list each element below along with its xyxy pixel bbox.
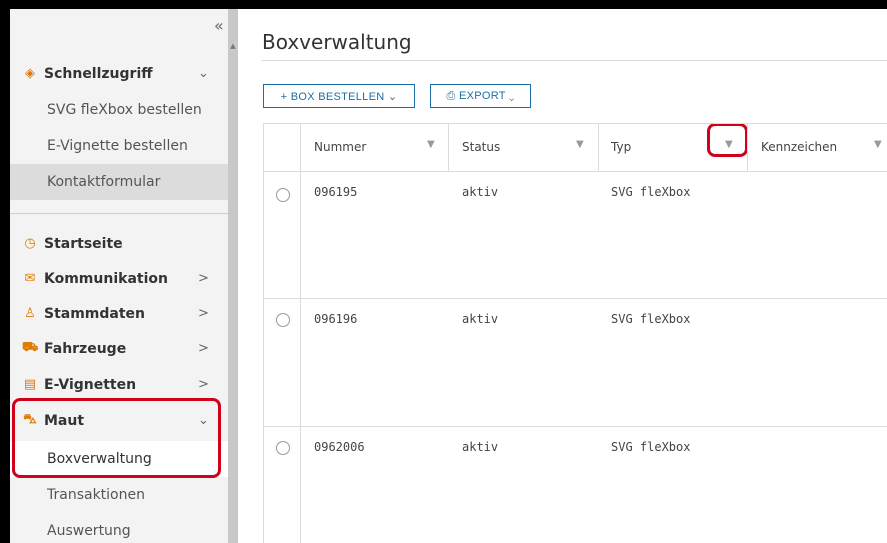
filter-icon[interactable]: ▼: [874, 139, 882, 150]
export-button[interactable]: ⎙ EXPORT ⌄: [430, 84, 531, 108]
nav-group-e-vignetten[interactable]: ▤ E-Vignetten >: [10, 367, 228, 402]
cell-status: aktiv: [462, 440, 499, 454]
chevron-down-icon: ⌄: [198, 413, 209, 428]
grid-line: [263, 298, 887, 299]
nav-item-e-vignette-bestellen[interactable]: E-Vignette bestellen: [10, 128, 228, 164]
nav-group-startseite[interactable]: ◷ Startseite: [10, 226, 228, 261]
filter-icon[interactable]: ▼: [427, 139, 435, 150]
nav-item-svg-flexbox-bestellen[interactable]: SVG fleXbox bestellen: [10, 92, 228, 128]
cell-nummer: 0962006: [314, 440, 365, 454]
vignette-icon: ▤: [23, 377, 37, 392]
frame-border-top: [0, 0, 887, 9]
nav-group-schnellzugriff[interactable]: ◈ Schnellzugriff ⌄: [10, 56, 228, 91]
filter-icon[interactable]: ▼: [576, 139, 584, 150]
sidebar-divider: [10, 213, 228, 214]
nav-item-boxverwaltung[interactable]: Boxverwaltung: [10, 441, 228, 477]
nav-group-label: Maut: [44, 412, 85, 429]
sidebar: « ◈ Schnellzugriff ⌄ SVG fleXbox bestell…: [10, 9, 228, 543]
envelope-icon: ✉: [24, 271, 36, 286]
column-header-kennzeichen[interactable]: Kennzeichen: [761, 123, 837, 171]
collapse-sidebar-icon[interactable]: «: [214, 16, 224, 35]
grid-line: [263, 123, 264, 543]
filter-icon[interactable]: ▼: [725, 139, 733, 150]
title-divider: [262, 60, 887, 61]
chevron-right-icon: >: [198, 377, 209, 392]
scroll-up-icon[interactable]: ▲: [228, 42, 238, 52]
order-box-button[interactable]: + BOX BESTELLEN ⌄: [263, 84, 415, 108]
cell-typ: SVG fleXbox: [611, 440, 691, 454]
grid-line: [300, 123, 301, 543]
box-table: Nummer ▼ Status ▼ Typ ▼ Kennzeichen ▼ 09…: [263, 123, 887, 543]
cell-nummer: 096196: [314, 312, 358, 326]
nav-group-label: Stammdaten: [44, 305, 146, 322]
cell-typ: SVG fleXbox: [611, 312, 691, 326]
truck-icon: ⛍: [23, 412, 37, 427]
column-header-nummer[interactable]: Nummer: [314, 123, 366, 171]
chevron-right-icon: >: [198, 271, 209, 286]
chevron-right-icon: >: [198, 306, 209, 321]
car-icon: ⛟: [22, 340, 39, 355]
nav-item-transaktionen[interactable]: Transaktionen: [10, 477, 228, 513]
sidebar-scrollbar[interactable]: [228, 9, 238, 543]
nav-item-auswertung[interactable]: Auswertung: [10, 513, 228, 543]
nav-group-fahrzeuge[interactable]: ⛟ Fahrzeuge >: [10, 331, 228, 366]
nav-group-label: E-Vignetten: [44, 376, 137, 393]
layers-icon: ◈: [25, 66, 35, 81]
nav-group-label: Fahrzeuge: [44, 340, 127, 357]
row-select-radio[interactable]: [276, 441, 290, 455]
nav-item-kontaktformular[interactable]: Kontaktformular: [10, 164, 228, 200]
column-header-status[interactable]: Status: [462, 123, 500, 171]
row-select-radio[interactable]: [276, 313, 290, 327]
nav-group-kommunikation[interactable]: ✉ Kommunikation >: [10, 261, 228, 296]
cell-nummer: 096195: [314, 185, 358, 199]
user-icon: ♙: [24, 306, 36, 321]
nav-group-maut[interactable]: ⛍ Maut ⌄: [10, 403, 228, 438]
cell-status: aktiv: [462, 312, 499, 326]
frame-border-left: [0, 0, 10, 543]
nav-group-label: Schnellzugriff: [44, 65, 153, 82]
nav-group-stammdaten[interactable]: ♙ Stammdaten >: [10, 296, 228, 331]
grid-line: [598, 123, 599, 171]
grid-line: [263, 426, 887, 427]
page-title: Boxverwaltung: [262, 30, 412, 54]
gauge-icon: ◷: [24, 236, 36, 251]
column-header-typ[interactable]: Typ: [611, 123, 631, 171]
chevron-right-icon: >: [198, 341, 209, 356]
chevron-down-icon: ⌄: [198, 66, 209, 81]
row-select-radio[interactable]: [276, 188, 290, 202]
cell-status: aktiv: [462, 185, 499, 199]
grid-line: [747, 123, 748, 171]
cell-typ: SVG fleXbox: [611, 185, 691, 199]
nav-group-label: Kommunikation: [44, 270, 168, 287]
grid-line: [263, 171, 887, 172]
grid-line: [448, 123, 449, 171]
nav-group-label: Startseite: [44, 235, 123, 252]
